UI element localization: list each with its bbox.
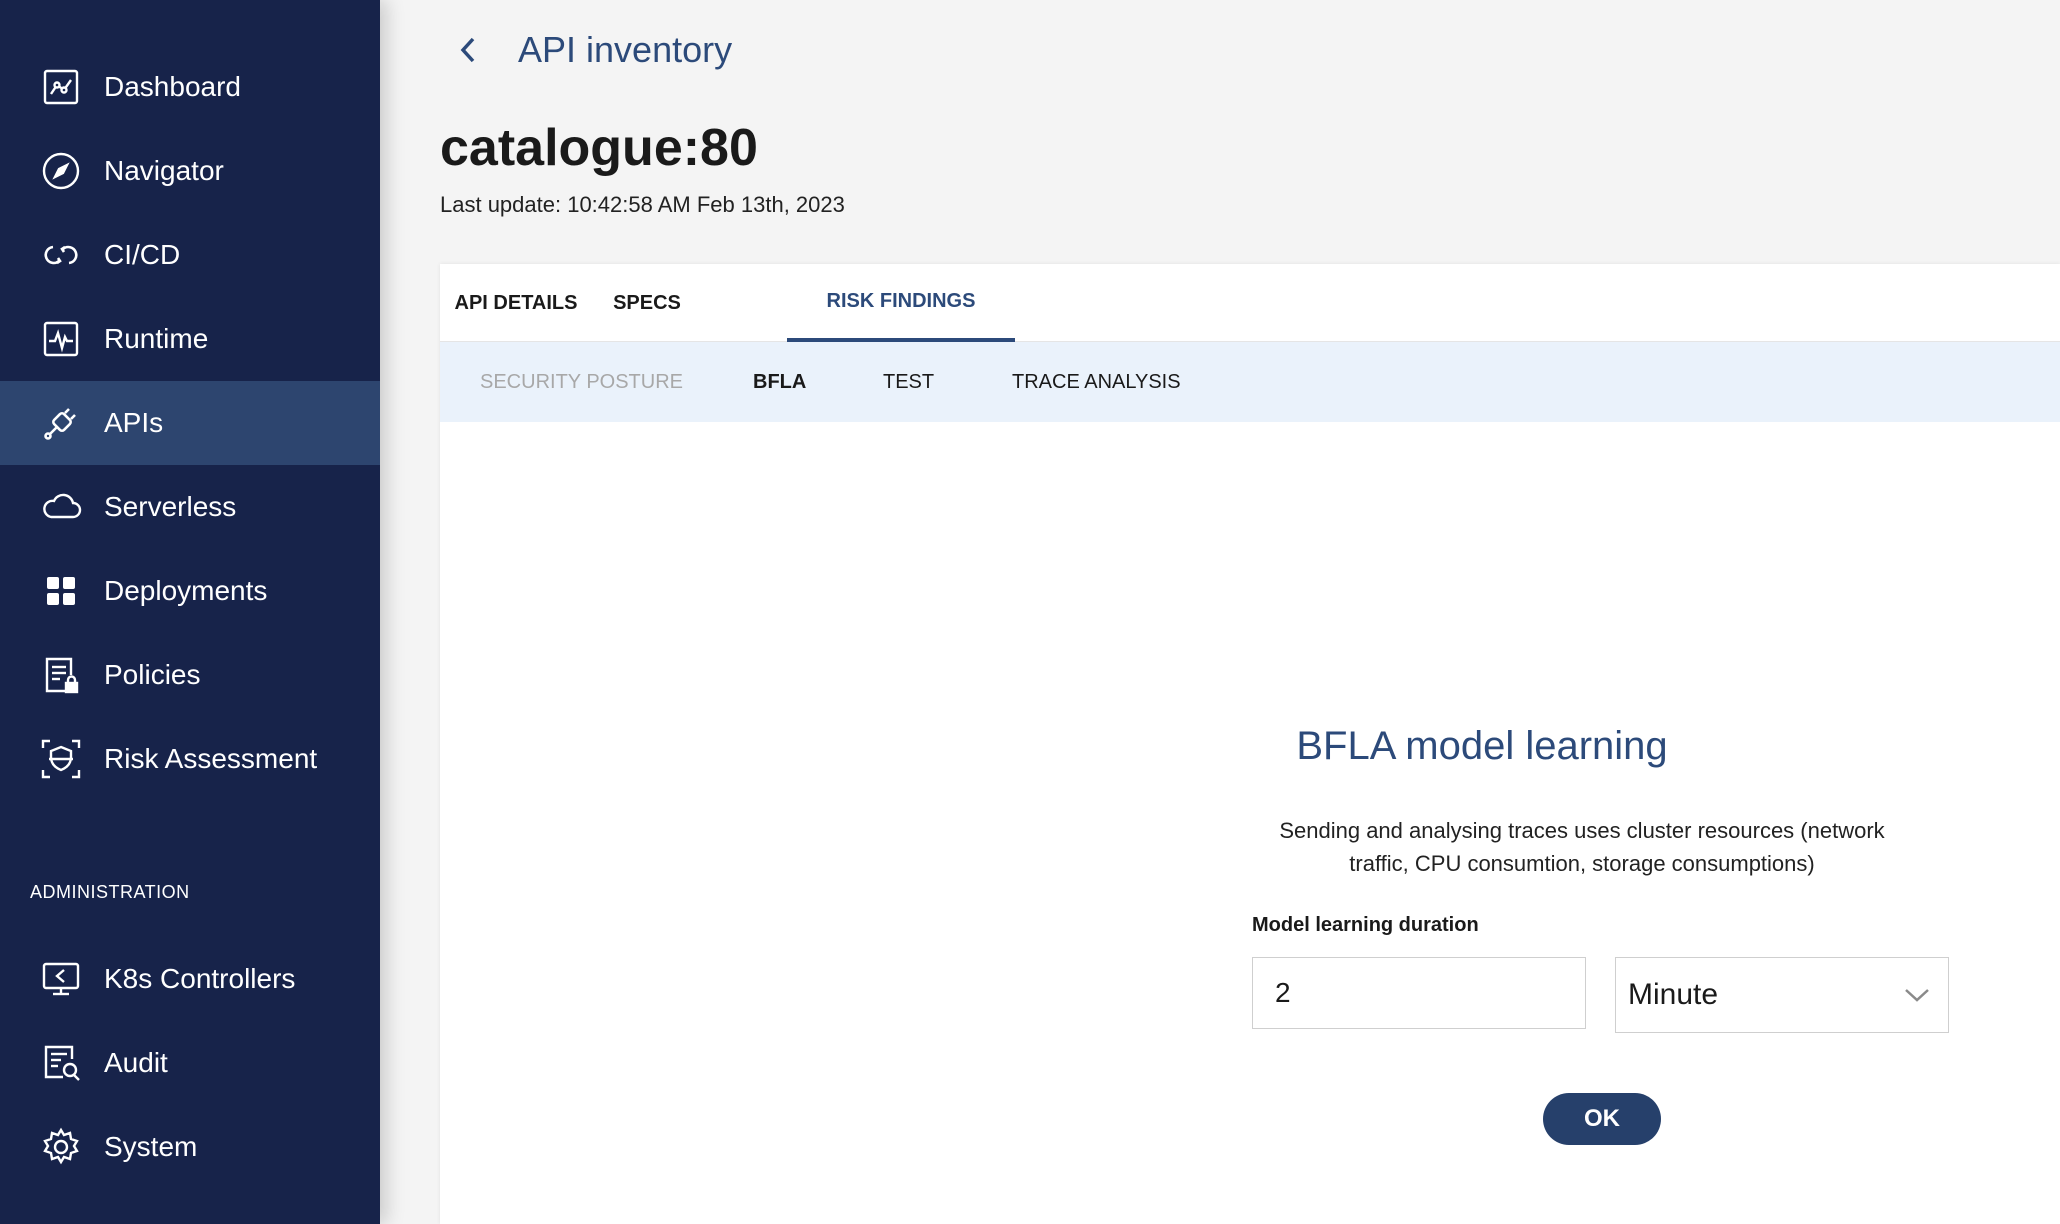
tab-specs[interactable]: SPECS	[592, 264, 702, 342]
breadcrumb-link[interactable]: API inventory	[518, 29, 732, 71]
sidebar: Dashboard Navigator CI/CD Runtime APIs S…	[0, 0, 380, 1224]
sidebar-item-label: Deployments	[104, 575, 268, 606]
administration-section-label: ADMINISTRATION	[30, 882, 190, 902]
policy-lock-icon	[38, 652, 84, 698]
sidebar-item-label: Serverless	[104, 491, 237, 522]
ok-button[interactable]: OK	[1543, 1093, 1661, 1145]
sidebar-item-risk-assessment[interactable]: Risk Assessment	[0, 717, 380, 801]
tab-bar: API DETAILS SPECS RISK FINDINGS	[440, 264, 2060, 342]
breadcrumb: API inventory	[450, 26, 732, 74]
monitor-icon	[38, 956, 84, 1002]
api-plug-icon	[38, 400, 84, 446]
bfla-title: BFLA model learning	[1296, 724, 1668, 768]
sidebar-item-deployments[interactable]: Deployments	[0, 549, 380, 633]
sidebar-item-dashboard[interactable]: Dashboard	[0, 45, 380, 129]
runtime-icon	[38, 316, 84, 362]
compass-icon	[38, 148, 84, 194]
chevron-left-icon	[460, 37, 475, 63]
sidebar-item-runtime[interactable]: Runtime	[0, 297, 380, 381]
subtab-security-posture[interactable]: SECURITY POSTURE	[480, 342, 683, 422]
sidebar-item-cicd[interactable]: CI/CD	[0, 213, 380, 297]
cloud-icon	[38, 484, 84, 530]
chevron-down-icon	[1905, 989, 1929, 1002]
sidebar-item-system[interactable]: System	[0, 1105, 380, 1189]
sidebar-item-label: APIs	[104, 407, 164, 438]
subtab-test[interactable]: TEST	[883, 342, 934, 422]
shield-scan-icon	[38, 736, 84, 782]
sidebar-item-k8s-controllers[interactable]: K8s Controllers	[0, 937, 380, 1021]
subtab-bfla[interactable]: BFLA	[753, 342, 806, 422]
subtab-trace-analysis[interactable]: TRACE ANALYSIS	[1012, 342, 1181, 422]
cicd-icon	[38, 232, 84, 278]
duration-input[interactable]	[1252, 957, 1586, 1029]
sidebar-item-label: System	[104, 1131, 198, 1162]
sidebar-item-apis[interactable]: APIs	[0, 381, 380, 465]
sidebar-item-navigator[interactable]: Navigator	[0, 129, 380, 213]
unit-select[interactable]: Minute	[1615, 957, 1949, 1033]
page-title: catalogue:80	[440, 119, 758, 177]
grid-icon	[38, 568, 84, 614]
details-panel: API DETAILS SPECS RISK FINDINGS SECURITY…	[440, 264, 2060, 1224]
duration-label: Model learning duration	[1252, 914, 1479, 936]
dashboard-icon	[38, 64, 84, 110]
main-content: API inventory catalogue:80 Last update: …	[380, 0, 2060, 1224]
sidebar-item-serverless[interactable]: Serverless	[0, 465, 380, 549]
unit-select-value: Minute	[1628, 978, 1719, 1011]
gear-icon	[38, 1124, 84, 1170]
sidebar-item-label: Risk Assessment	[104, 743, 318, 774]
sidebar-item-label: Runtime	[104, 323, 209, 354]
audit-icon	[38, 1040, 84, 1086]
tab-api-details[interactable]: API DETAILS	[440, 264, 592, 342]
last-update-text: Last update: 10:42:58 AM Feb 13th, 2023	[440, 192, 845, 217]
sidebar-item-label: Audit	[104, 1047, 168, 1078]
sidebar-item-audit[interactable]: Audit	[0, 1021, 380, 1105]
sidebar-item-policies[interactable]: Policies	[0, 633, 380, 717]
bfla-description: Sending and analysing traces uses cluste…	[1279, 818, 1885, 876]
sidebar-item-label: Policies	[104, 659, 201, 690]
subtab-bar: SECURITY POSTURE BFLA TEST TRACE ANALYSI…	[440, 342, 2060, 422]
sidebar-item-label: CI/CD	[104, 239, 181, 270]
tab-risk-findings[interactable]: RISK FINDINGS	[787, 264, 1015, 342]
sidebar-item-label: Navigator	[104, 155, 224, 186]
sidebar-item-label: K8s Controllers	[104, 963, 296, 994]
sidebar-item-label: Dashboard	[104, 71, 241, 102]
back-button[interactable]	[450, 26, 486, 74]
